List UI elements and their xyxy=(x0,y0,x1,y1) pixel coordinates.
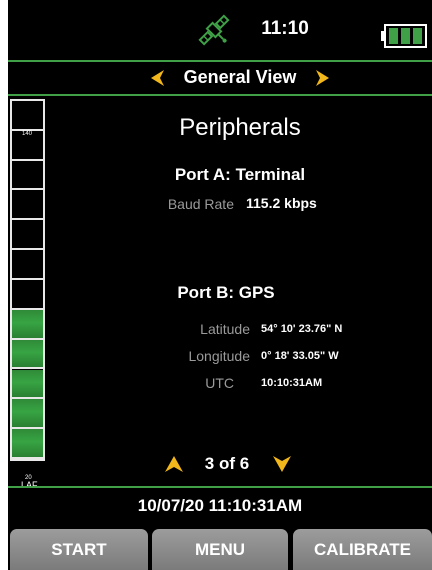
meter-segment xyxy=(12,101,43,131)
view-divider xyxy=(8,94,432,96)
meter-segment xyxy=(12,369,43,400)
meter-segment xyxy=(12,250,43,280)
page-title: Peripherals xyxy=(179,114,301,141)
satellite-icon xyxy=(198,14,230,46)
meter-segment xyxy=(12,161,43,191)
longitude-label: Longitude xyxy=(188,348,250,364)
view-title: General View xyxy=(183,67,297,87)
meter-segment xyxy=(12,429,43,459)
bottom-divider xyxy=(8,486,432,488)
chevron-right-icon[interactable] xyxy=(312,68,332,88)
status-time: 11:10 xyxy=(261,18,309,39)
page-indicator: 3 of 6 xyxy=(204,454,250,473)
view-selector: General View xyxy=(8,62,432,94)
calibrate-button[interactable]: CALIBRATE xyxy=(293,529,432,570)
meter-segment xyxy=(12,399,43,430)
meter-segment xyxy=(12,309,43,340)
status-bar: 11:10 xyxy=(8,0,432,60)
meter-segment xyxy=(12,191,43,221)
arrow-down-icon[interactable] xyxy=(272,455,292,473)
baud-rate-value: 115.2 kbps xyxy=(246,195,317,211)
datetime-display: 10/07/20 11:10:31AM xyxy=(137,496,303,515)
level-meter xyxy=(10,99,45,461)
latitude-value: 54° 10' 23.76" N xyxy=(261,323,343,335)
port-b-heading: Port B: GPS xyxy=(177,283,275,302)
meter-top-label: 140 xyxy=(22,131,33,137)
menu-button[interactable]: MENU xyxy=(152,529,288,570)
arrow-up-icon[interactable] xyxy=(164,455,184,473)
utc-value: 10:10:31AM xyxy=(261,377,323,389)
meter-segment xyxy=(12,339,43,370)
pager: 3 of 6 xyxy=(158,452,308,478)
start-button[interactable]: START xyxy=(10,529,148,570)
latitude-label: Latitude xyxy=(200,321,250,337)
meter-segment xyxy=(12,220,43,251)
chevron-left-icon[interactable] xyxy=(148,68,168,88)
baud-rate-label: Baud Rate xyxy=(167,196,234,212)
peripherals-panel: Peripherals Port A: Terminal Baud Rate 1… xyxy=(48,100,432,480)
battery-icon xyxy=(381,24,427,48)
utc-label: UTC xyxy=(205,375,234,391)
port-a-heading: Port A: Terminal xyxy=(174,165,306,184)
longitude-value: 0° 18' 33.05" W xyxy=(261,350,339,362)
device-screen: 11:10 General View 140 20 LAF Peripheral… xyxy=(8,0,432,570)
